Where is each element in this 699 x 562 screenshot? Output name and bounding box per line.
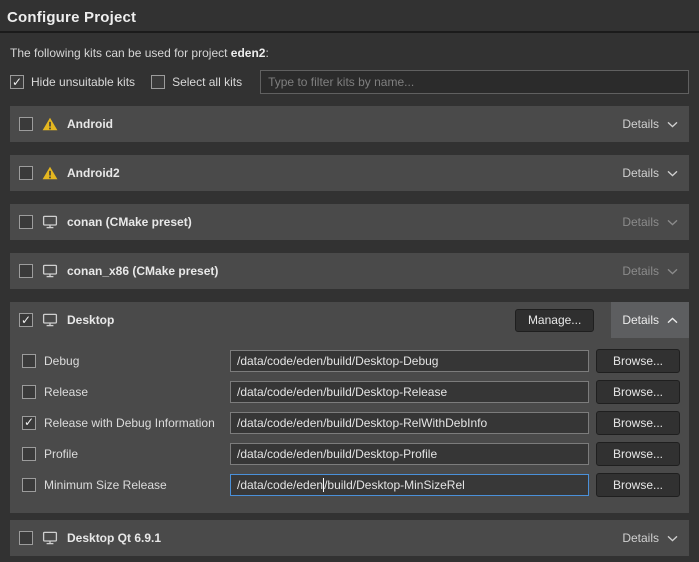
config-relwithdebinfo-checkbox[interactable]: ✓ (22, 416, 36, 430)
chevron-down-icon (667, 219, 678, 226)
kit-conan-x86-checkbox[interactable]: ✓ (19, 264, 33, 278)
config-debug-browse-button[interactable]: Browse... (596, 349, 680, 373)
details-label: Details (622, 117, 659, 131)
config-label: Debug (44, 354, 230, 368)
kit-row-android2-header: ✓ Android2 Details (10, 155, 689, 191)
hide-unsuitable-kits-label: Hide unsuitable kits (31, 75, 135, 89)
chevron-down-icon (667, 121, 678, 128)
config-label: Release (44, 385, 230, 399)
details-label: Details (622, 264, 659, 278)
kit-desktop-checkbox[interactable]: ✓ (19, 313, 33, 327)
desktop-monitor-icon (42, 531, 58, 545)
config-release-browse-button[interactable]: Browse... (596, 380, 680, 404)
title-bar: Configure Project (0, 0, 699, 33)
desktop-build-configs: ✓ Debug Browse... ✓ Release Browse... ✓ … (10, 338, 689, 513)
config-minsizerel-path-input[interactable]: /data/code/eden/build/Desktop-MinSizeRel (230, 474, 589, 496)
intro-text: The following kits can be used for proje… (10, 46, 689, 60)
config-profile-browse-button[interactable]: Browse... (596, 442, 680, 466)
warning-triangle-icon (42, 117, 58, 131)
kit-name: Desktop Qt 6.9.1 (67, 531, 161, 545)
kit-android2-checkbox[interactable]: ✓ (19, 166, 33, 180)
kit-android-details-button[interactable]: Details (611, 106, 689, 142)
path-text-after-caret: /build/Desktop-MinSizeRel (324, 478, 465, 492)
select-all-kits-label: Select all kits (172, 75, 242, 89)
kit-row-android2: ✓ Android2 Details (10, 155, 689, 191)
desktop-monitor-icon (42, 313, 58, 327)
kit-conan-details-button[interactable]: Details (611, 204, 689, 240)
config-minsizerel-browse-button[interactable]: Browse... (596, 473, 680, 497)
kit-row-conan-x86: ✓ conan_x86 (CMake preset) Details (10, 253, 689, 289)
kit-row-android-header: ✓ Android Details (10, 106, 689, 142)
kit-name: conan_x86 (CMake preset) (67, 264, 218, 278)
chevron-down-icon (667, 170, 678, 177)
manage-kits-button[interactable]: Manage... (515, 309, 594, 332)
kit-filter-controls: ✓ Hide unsuitable kits ✓ Select all kits (10, 70, 689, 94)
kit-conan-x86-details-button[interactable]: Details (611, 253, 689, 289)
kit-row-desktop-header: ✓ Desktop Manage... Details (10, 302, 689, 338)
config-relwithdebinfo-path-input[interactable] (230, 412, 589, 434)
config-label: Release with Debug Information (44, 416, 230, 430)
config-release-checkbox[interactable]: ✓ (22, 385, 36, 399)
config-row-debug: ✓ Debug Browse... (10, 345, 689, 376)
kit-row-desktop: ✓ Desktop Manage... Details ✓ Debug Brow… (10, 302, 689, 513)
project-name: eden2 (231, 46, 266, 60)
kit-row-desktop-qt-691-header: ✓ Desktop Qt 6.9.1 Details (10, 520, 689, 556)
select-all-kits-field[interactable]: ✓ Select all kits (151, 75, 242, 89)
config-minsizerel-checkbox[interactable]: ✓ (22, 478, 36, 492)
kit-name: Desktop (67, 313, 114, 327)
config-profile-path-input[interactable] (230, 443, 589, 465)
kit-android2-details-button[interactable]: Details (611, 155, 689, 191)
kit-name: Android (67, 117, 113, 131)
kit-list: ✓ Android Details ✓ Android2 Details (10, 106, 689, 556)
config-debug-checkbox[interactable]: ✓ (22, 354, 36, 368)
hide-unsuitable-kits-checkbox[interactable]: ✓ (10, 75, 24, 89)
config-profile-checkbox[interactable]: ✓ (22, 447, 36, 461)
details-label: Details (622, 313, 659, 327)
kit-desktop-qt-691-checkbox[interactable]: ✓ (19, 531, 33, 545)
kit-row-android: ✓ Android Details (10, 106, 689, 142)
details-label: Details (622, 166, 659, 180)
config-row-minsizerel: ✓ Minimum Size Release /data/code/eden/b… (10, 469, 689, 500)
kit-row-conan: ✓ conan (CMake preset) Details (10, 204, 689, 240)
kit-name: conan (CMake preset) (67, 215, 192, 229)
checkmark-icon: ✓ (12, 76, 22, 88)
checkmark-icon: ✓ (21, 314, 31, 326)
select-all-kits-checkbox[interactable]: ✓ (151, 75, 165, 89)
kit-filter-input[interactable] (260, 70, 689, 94)
kit-desktop-details-button[interactable]: Details (611, 302, 689, 338)
desktop-monitor-icon (42, 215, 58, 229)
intro-text-before: The following kits can be used for proje… (10, 46, 231, 60)
kit-name: Android2 (67, 166, 120, 180)
config-debug-path-input[interactable] (230, 350, 589, 372)
config-row-relwithdebinfo: ✓ Release with Debug Information Browse.… (10, 407, 689, 438)
config-release-path-input[interactable] (230, 381, 589, 403)
chevron-up-icon (667, 317, 678, 324)
details-label: Details (622, 215, 659, 229)
checkmark-icon: ✓ (24, 416, 34, 428)
chevron-down-icon (667, 535, 678, 542)
config-relwithdebinfo-browse-button[interactable]: Browse... (596, 411, 680, 435)
config-label: Profile (44, 447, 230, 461)
chevron-down-icon (667, 268, 678, 275)
config-row-release: ✓ Release Browse... (10, 376, 689, 407)
intro-suffix: : (265, 46, 268, 60)
config-row-profile: ✓ Profile Browse... (10, 438, 689, 469)
kit-android-checkbox[interactable]: ✓ (19, 117, 33, 131)
path-text-before-caret: /data/code/eden (237, 478, 323, 492)
kit-desktop-qt-691-details-button[interactable]: Details (611, 520, 689, 556)
kit-row-desktop-qt-691: ✓ Desktop Qt 6.9.1 Details (10, 520, 689, 556)
config-label: Minimum Size Release (44, 478, 230, 492)
details-label: Details (622, 531, 659, 545)
kit-row-conan-header: ✓ conan (CMake preset) Details (10, 204, 689, 240)
page-title: Configure Project (7, 9, 689, 26)
kit-row-conan-x86-header: ✓ conan_x86 (CMake preset) Details (10, 253, 689, 289)
hide-unsuitable-kits-field[interactable]: ✓ Hide unsuitable kits (10, 75, 135, 89)
warning-triangle-icon (42, 166, 58, 180)
desktop-monitor-icon (42, 264, 58, 278)
kit-conan-checkbox[interactable]: ✓ (19, 215, 33, 229)
